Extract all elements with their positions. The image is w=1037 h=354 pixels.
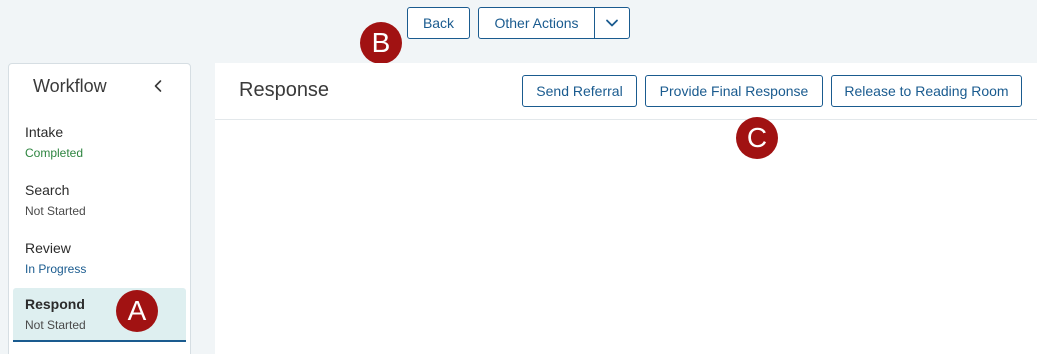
other-actions-dropdown-toggle[interactable] bbox=[594, 7, 630, 39]
sidebar-title: Workflow bbox=[33, 76, 107, 96]
step-name: Search bbox=[25, 182, 70, 198]
provide-final-response-button[interactable]: Provide Final Response bbox=[645, 75, 823, 107]
step-name: Respond bbox=[25, 296, 85, 312]
annotation-marker-b: B bbox=[360, 22, 402, 64]
page-title: Response bbox=[239, 79, 330, 101]
step-status: Not Started bbox=[25, 318, 86, 332]
back-button[interactable]: Back bbox=[407, 7, 470, 39]
step-status: In Progress bbox=[25, 262, 87, 276]
workflow-step-intake[interactable]: Intake Completed bbox=[13, 116, 186, 172]
chevron-down-icon bbox=[606, 19, 618, 27]
send-referral-button[interactable]: Send Referral bbox=[522, 75, 637, 107]
workflow-sidebar: Workflow Intake Completed Search Not Sta… bbox=[8, 63, 191, 354]
workflow-step-search[interactable]: Search Not Started bbox=[13, 174, 186, 230]
collapse-sidebar-button[interactable] bbox=[149, 76, 167, 96]
annotation-marker-c: C bbox=[736, 117, 778, 159]
workflow-step-respond[interactable]: Respond Not Started bbox=[13, 288, 186, 342]
chevron-left-icon bbox=[154, 80, 162, 92]
release-to-reading-room-button[interactable]: Release to Reading Room bbox=[831, 75, 1022, 107]
workflow-step-review[interactable]: Review In Progress bbox=[13, 232, 186, 288]
step-status: Completed bbox=[25, 146, 84, 160]
step-name: Intake bbox=[25, 124, 64, 140]
step-status: Not Started bbox=[25, 204, 86, 218]
sidebar-header: Workflow bbox=[9, 64, 190, 110]
annotation-marker-a: A bbox=[116, 290, 158, 332]
step-name: Review bbox=[25, 240, 71, 256]
other-actions-button[interactable]: Other Actions bbox=[478, 7, 595, 39]
